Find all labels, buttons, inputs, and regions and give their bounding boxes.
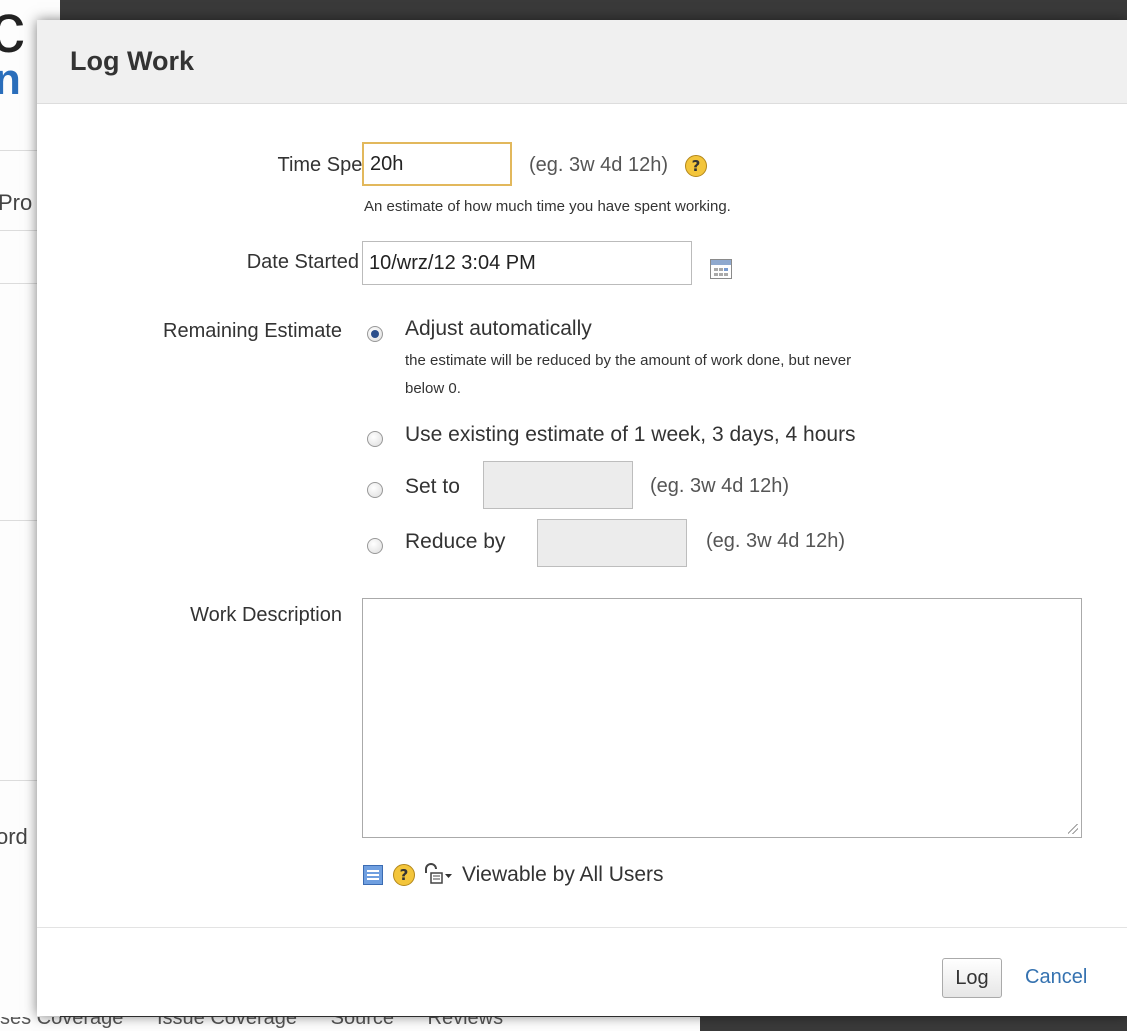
radio-adjust-automatically[interactable]	[367, 326, 383, 342]
work-description-textarea[interactable]	[362, 598, 1082, 838]
background-title-fragment: n	[0, 55, 21, 104]
cancel-link[interactable]: Cancel	[1025, 966, 1087, 989]
reduce-by-label[interactable]: Reduce by	[405, 530, 505, 554]
background-tab-bar: ses Coverage Issue Coverage Source Revie…	[0, 1017, 700, 1031]
lock-icon[interactable]	[423, 863, 453, 887]
resize-grip[interactable]	[1068, 824, 1078, 834]
adjust-automatically-description: the estimate will be reduced by the amou…	[405, 352, 852, 369]
background-text-fragment: ord	[0, 824, 28, 849]
adjust-automatically-description-cont: below 0.	[405, 380, 461, 397]
calendar-icon[interactable]	[710, 259, 732, 279]
background-tab: Issue Coverage	[156, 1017, 298, 1029]
work-description-label: Work Description	[190, 604, 342, 626]
dialog-header: Log Work	[37, 20, 1127, 104]
adjust-automatically-label[interactable]: Adjust automatically	[405, 317, 592, 341]
reduce-by-hint: (eg. 3w 4d 12h)	[706, 530, 845, 552]
visibility-label[interactable]: Viewable by All Users	[462, 863, 664, 887]
log-button[interactable]: Log	[942, 958, 1002, 998]
radio-use-existing-estimate[interactable]	[367, 431, 383, 447]
help-icon[interactable]: ?	[393, 864, 415, 886]
background-tab: Source	[330, 1017, 394, 1029]
radio-set-to[interactable]	[367, 482, 383, 498]
set-to-input[interactable]	[483, 461, 633, 509]
date-started-label: Date Started	[246, 251, 359, 273]
caret-down-icon	[445, 874, 452, 878]
background-tab: Reviews	[427, 1017, 504, 1029]
time-spent-input[interactable]: 20h	[362, 142, 512, 186]
time-spent-hint: (eg. 3w 4d 12h)	[529, 154, 668, 176]
wiki-markup-icon[interactable]	[363, 865, 383, 885]
footer-divider	[37, 927, 1127, 928]
background-tab-fragment: Pro	[0, 190, 33, 215]
use-existing-estimate-label[interactable]: Use existing estimate of 1 week, 3 days,…	[405, 423, 856, 447]
reduce-by-input[interactable]	[537, 519, 687, 567]
set-to-label[interactable]: Set to	[405, 475, 460, 499]
help-icon[interactable]: ?	[685, 155, 707, 177]
radio-reduce-by[interactable]	[367, 538, 383, 554]
date-started-input[interactable]: 10/wrz/12 3:04 PM	[362, 241, 692, 285]
dialog-title: Log Work	[70, 46, 194, 76]
set-to-hint: (eg. 3w 4d 12h)	[650, 475, 789, 497]
log-work-dialog: Log Work Time Spent * 20h (eg. 3w 4d 12h…	[37, 20, 1127, 1016]
remaining-estimate-label: Remaining Estimate	[163, 320, 342, 342]
time-spent-description: An estimate of how much time you have sp…	[364, 198, 731, 215]
background-tab: ses Coverage	[0, 1017, 124, 1029]
